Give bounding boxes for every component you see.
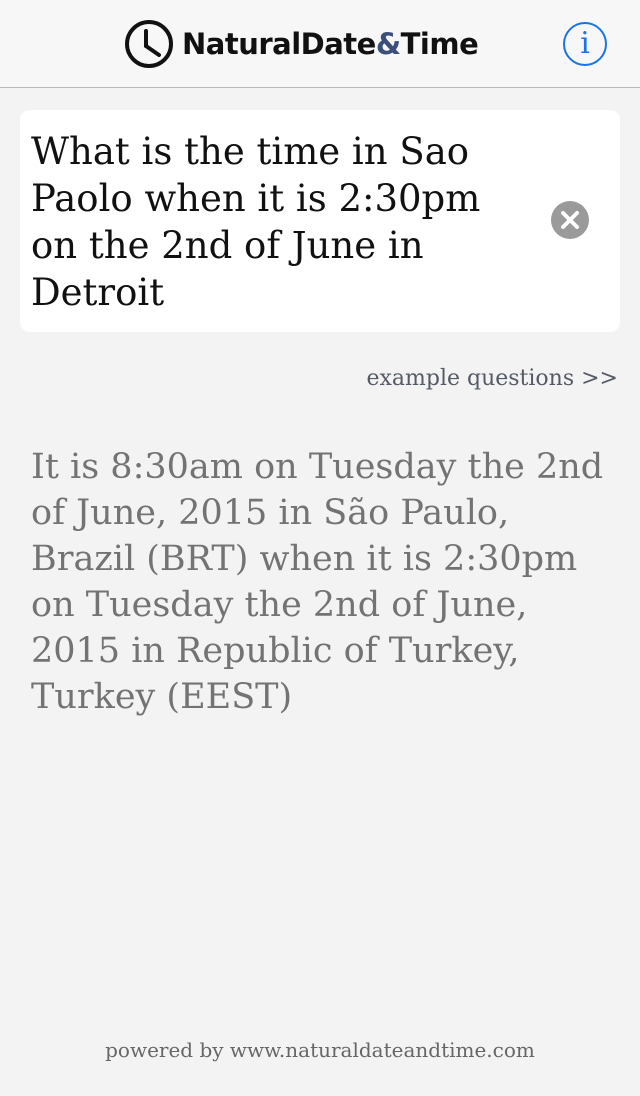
logo-text: NaturalDate&Time: [182, 27, 479, 61]
question-input[interactable]: What is the time in Sao Paolo when it is…: [31, 128, 511, 316]
logo-text-part1: NaturalDate: [182, 27, 376, 61]
clear-icon: [561, 211, 579, 229]
clear-button[interactable]: [551, 201, 589, 239]
answer-text: It is 8:30am on Tuesday the 2nd of June,…: [31, 447, 604, 717]
app-header: NaturalDate&Time i: [0, 0, 640, 88]
logo-ampersand: &: [375, 27, 401, 61]
info-icon: i: [580, 26, 590, 61]
question-input-box[interactable]: What is the time in Sao Paolo when it is…: [20, 110, 620, 332]
clock-icon: [125, 20, 173, 68]
footer-powered-by: powered by www.naturaldateandtime.com: [105, 1038, 535, 1062]
logo-text-part2: Time: [400, 27, 479, 61]
example-questions-link[interactable]: example questions >>: [366, 366, 618, 391]
info-button[interactable]: i: [563, 22, 607, 66]
app-logo: NaturalDate&Time: [124, 19, 479, 69]
